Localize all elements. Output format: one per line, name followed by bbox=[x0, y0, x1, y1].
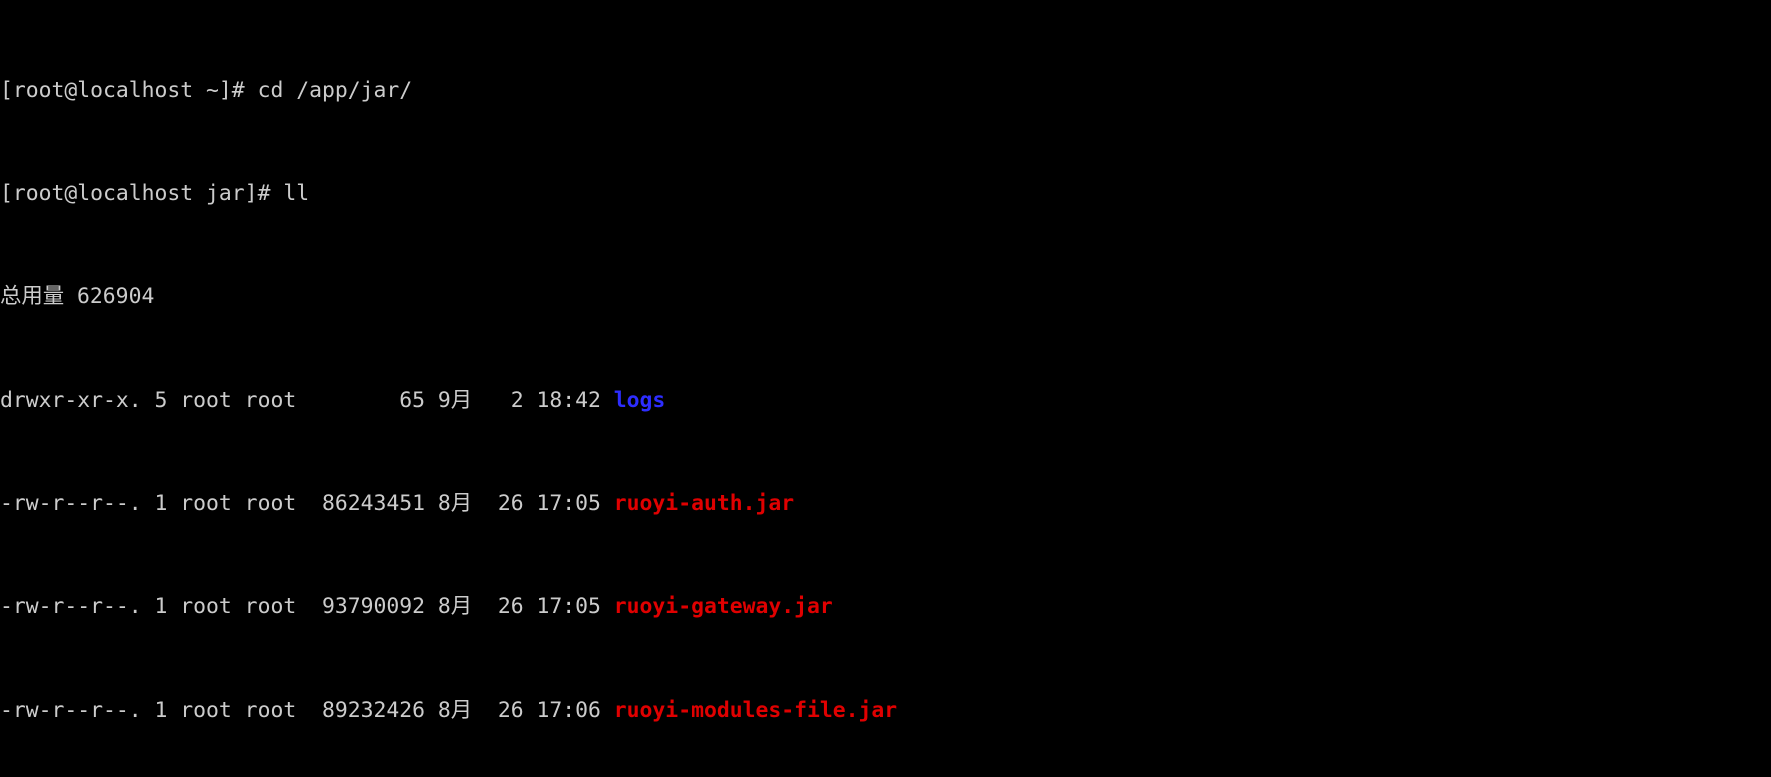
listing-row-meta: -rw-r--r--. 1 root root 89232426 8月 26 1… bbox=[0, 697, 614, 723]
listing-total: 总用量 626904 bbox=[0, 284, 155, 310]
listing-name-ruoyi-auth-jar[interactable]: ruoyi-auth.jar bbox=[614, 491, 794, 516]
listing-row-ruoyi-gateway: -rw-r--r--. 1 root root 93790092 8月 26 1… bbox=[0, 594, 1771, 620]
listing-row-meta: -rw-r--r--. 1 root root 86243451 8月 26 1… bbox=[0, 491, 614, 517]
shell-prompt-home: [root@localhost ~]# bbox=[0, 77, 258, 103]
command-ll: ll bbox=[283, 180, 310, 206]
listing-name-ruoyi-modules-file-jar[interactable]: ruoyi-modules-file.jar bbox=[614, 698, 897, 723]
listing-name-logs[interactable]: logs bbox=[614, 388, 666, 413]
listing-row-meta: -rw-r--r--. 1 root root 93790092 8月 26 1… bbox=[0, 594, 614, 620]
command-cd: cd /app/jar/ bbox=[257, 77, 413, 103]
listing-row-ruoyi-auth: -rw-r--r--. 1 root root 86243451 8月 26 1… bbox=[0, 491, 1771, 517]
terminal-window[interactable]: [root@localhost ~]# cd /app/jar/ [root@l… bbox=[0, 0, 1771, 777]
shell-prompt-jar: [root@localhost jar]# bbox=[0, 180, 284, 206]
listing-row-ruoyi-modules-file: -rw-r--r--. 1 root root 89232426 8月 26 1… bbox=[0, 698, 1771, 724]
listing-row-logs: drwxr-xr-x. 5 root root 65 9月 2 18:42 lo… bbox=[0, 388, 1771, 414]
listing-row-meta: drwxr-xr-x. 5 root root 65 9月 2 18:42 bbox=[0, 387, 614, 413]
command-line-ll: [root@localhost jar]# ll bbox=[0, 181, 1771, 207]
command-line-cd: [root@localhost ~]# cd /app/jar/ bbox=[0, 78, 1771, 104]
listing-name-ruoyi-gateway-jar[interactable]: ruoyi-gateway.jar bbox=[614, 594, 833, 619]
